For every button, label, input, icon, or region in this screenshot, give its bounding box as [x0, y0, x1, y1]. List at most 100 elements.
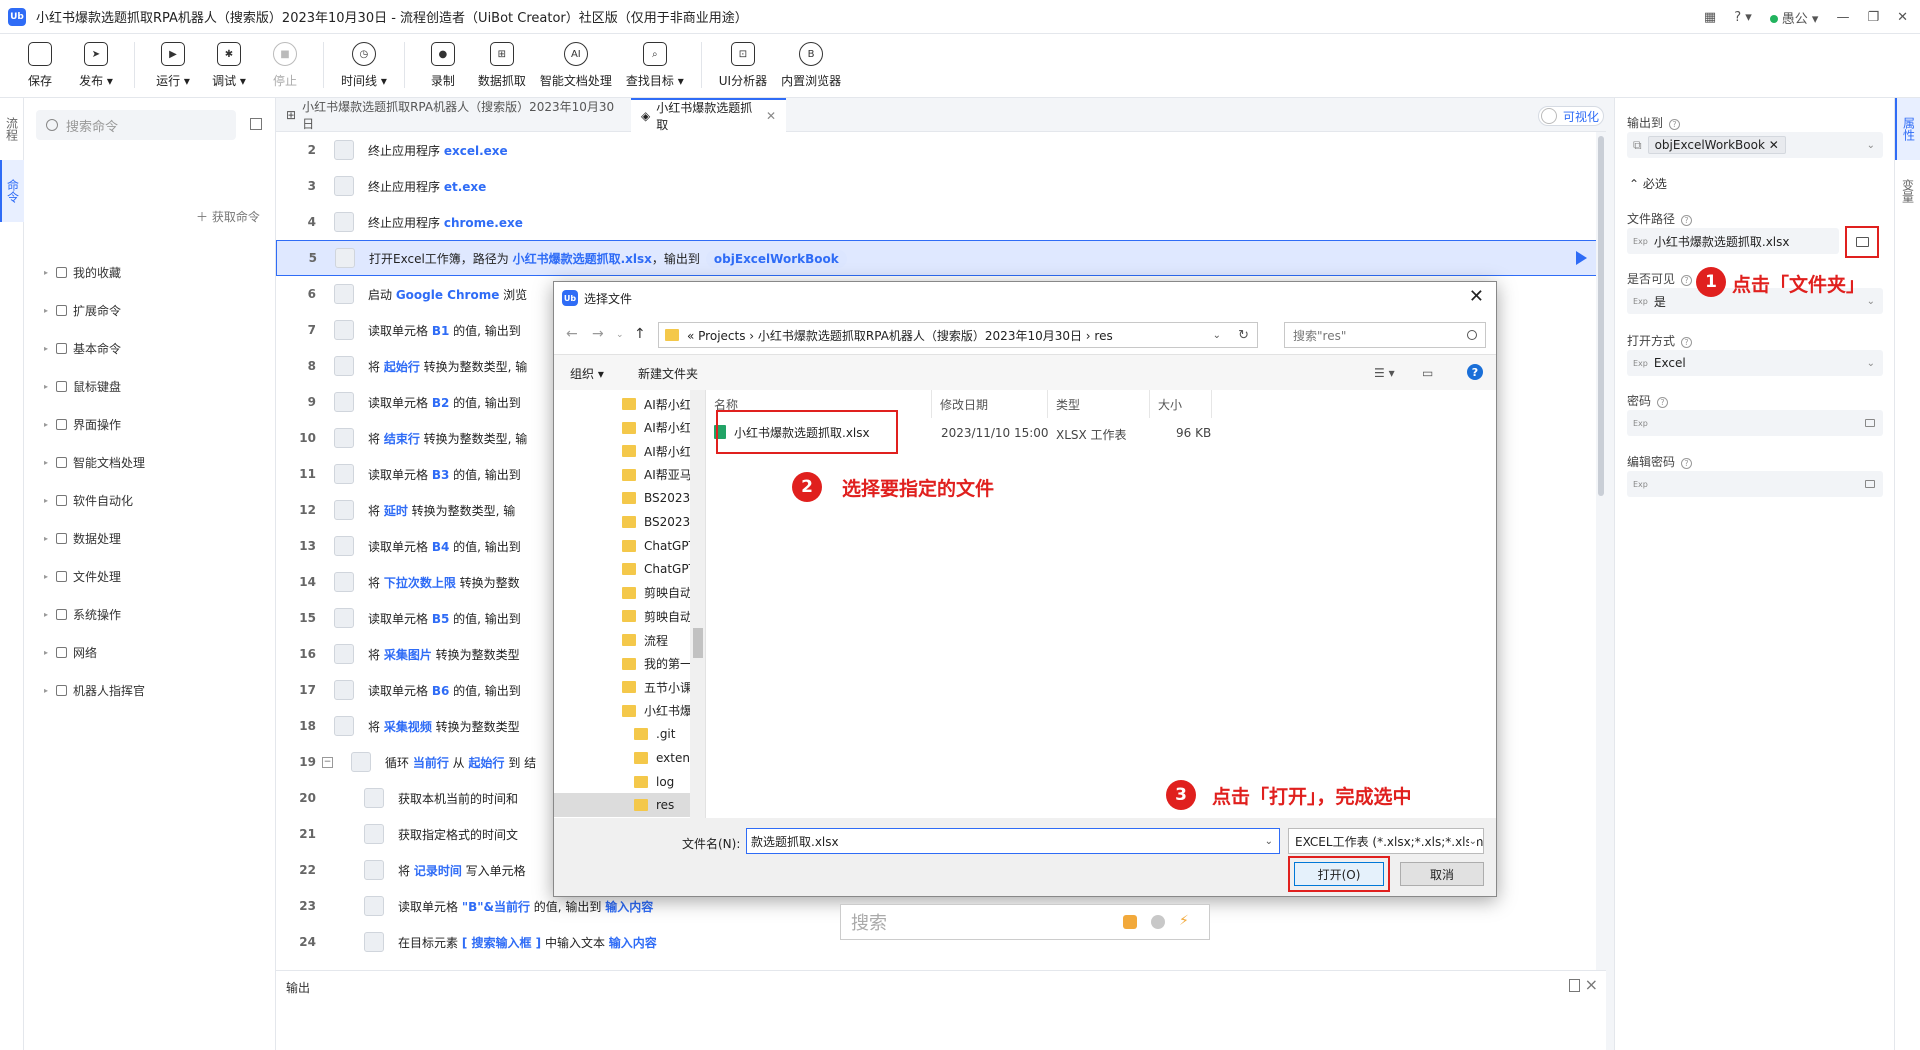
tab-properties[interactable]: 属性	[1895, 98, 1920, 160]
command-category[interactable]: ▸ 网络	[44, 642, 97, 662]
folder-tree-item[interactable]: BS2023	[554, 510, 690, 534]
tab-subflow[interactable]: ◈ 小红书爆款选题抓取 ✕	[631, 98, 786, 132]
recent-chevron-icon[interactable]: ⌄	[616, 330, 624, 340]
code-row[interactable]: 3 终止应用程序 et.exe	[276, 168, 1606, 204]
folder-tree-item[interactable]: 剪映自动	[554, 581, 692, 605]
scroll-thumb[interactable]	[693, 628, 703, 658]
new-folder-button[interactable]: 新建文件夹	[638, 365, 698, 382]
get-commands-button[interactable]: ＋ 获取命令	[196, 208, 260, 225]
stop-button[interactable]: ■ 停止	[264, 34, 306, 98]
organize-button[interactable]: 组织 ▾	[570, 365, 604, 382]
folder-tree-item[interactable]: AI帮亚马	[554, 463, 692, 487]
command-category[interactable]: ▸ 智能文档处理	[44, 452, 145, 472]
output-to-field[interactable]: ⧉ objExcelWorkBook ✕ ⌄	[1627, 132, 1883, 158]
visualize-toggle[interactable]: 可视化	[1538, 106, 1604, 126]
data-capture-button[interactable]: ⊞ 数据抓取	[478, 34, 526, 98]
tree-scrollbar[interactable]	[690, 390, 705, 818]
command-category[interactable]: ▸ 我的收藏	[44, 262, 121, 282]
filter-icon[interactable]	[250, 118, 262, 130]
code-row[interactable]: 5 打开Excel工作簿，路径为 小红书爆款选题抓取.xlsx，输出到 objExc…	[276, 240, 1606, 276]
folder-tree-item[interactable]: AI帮小红	[554, 416, 692, 440]
tab-commands[interactable]: 命令	[0, 160, 24, 222]
tab-variables[interactable]: 变量	[1895, 160, 1920, 222]
folder-tree-item[interactable]: res	[554, 793, 690, 818]
cancel-button[interactable]: 取消	[1400, 862, 1484, 886]
filename-input[interactable]: 款选题抓取.xlsx ⌄	[746, 828, 1280, 854]
folder-tree-item[interactable]: AI帮小红	[554, 439, 692, 463]
folder-tree-item[interactable]: log	[554, 770, 690, 794]
command-category[interactable]: ▸ 系统操作	[44, 604, 121, 624]
command-category[interactable]: ▸ 软件自动化	[44, 490, 133, 510]
smart-doc-button[interactable]: AI 智能文档处理	[540, 34, 612, 98]
tab-main-flow[interactable]: ⊞ 小红书爆款选题抓取RPA机器人（搜索版）2023年10月30日	[276, 98, 631, 132]
run-button[interactable]: ▶ 运行 ▾	[152, 34, 194, 98]
image-icon[interactable]	[1123, 915, 1137, 929]
folder-tree-item[interactable]: 我的第一	[554, 652, 692, 676]
folder-tree-item[interactable]: extend	[554, 746, 698, 770]
forward-arrow-icon[interactable]: →	[592, 326, 604, 342]
command-category[interactable]: ▸ 扩展命令	[44, 300, 121, 320]
run-line-icon[interactable]	[1576, 251, 1587, 265]
address-bar[interactable]: « Projects › 小红书爆款选题抓取RPA机器人（搜索版）2023年10…	[658, 322, 1258, 348]
folder-tree-item[interactable]: AI帮小红	[554, 392, 692, 416]
filetype-select[interactable]: EXCEL工作表 (*.xlsx;*.xls;*.xlsm) ⌄	[1288, 828, 1484, 854]
timeline-button[interactable]: ◷ 时间线 ▾	[341, 34, 387, 98]
debug-button[interactable]: ✱ 调试 ▾	[208, 34, 250, 98]
preview-pane-icon[interactable]: ▭	[1422, 366, 1433, 380]
editor-scrollbar[interactable]	[1596, 132, 1606, 970]
tab-flow[interactable]: 流程	[0, 98, 24, 160]
lightning-icon[interactable]: ⚡	[1179, 913, 1193, 929]
floating-search-input[interactable]: 搜索 ⚡	[840, 904, 1210, 940]
ui-analyzer-button[interactable]: ⊡ UI分析器	[719, 34, 767, 98]
folder-tree-item[interactable]: 小红书爆	[554, 699, 692, 723]
find-target-button[interactable]: ⌕ 查找目标 ▾	[626, 34, 684, 98]
folder-tree-item[interactable]: BS2023	[554, 486, 690, 510]
save-button[interactable]: 保存	[19, 34, 61, 98]
code-row[interactable]: 2 终止应用程序 excel.exe	[276, 132, 1606, 168]
dialog-search-input[interactable]: 搜索"res"	[1284, 322, 1486, 348]
folder-tree-item[interactable]: 五节小课	[554, 675, 692, 699]
command-category[interactable]: ▸ 界面操作	[44, 414, 121, 434]
folder-tree-item[interactable]: ChatGPT	[554, 534, 696, 558]
scroll-thumb[interactable]	[1598, 136, 1604, 496]
restore-icon[interactable]: ❐	[1867, 10, 1879, 25]
collapse-icon[interactable]: −	[322, 756, 333, 768]
user-menu[interactable]: 愚公 ▾	[1769, 8, 1818, 27]
help-icon[interactable]: ? ▾	[1734, 10, 1752, 25]
chevron-down-icon[interactable]: ⌄	[1265, 836, 1273, 847]
command-category[interactable]: ▸ 机器人指挥官	[44, 680, 145, 700]
view-options-icon[interactable]: ☰ ▾	[1374, 366, 1395, 380]
tab-close-icon[interactable]: ✕	[766, 109, 776, 123]
clock-icon[interactable]	[1151, 915, 1165, 929]
output-variable-pill[interactable]: objExcelWorkBook	[705, 249, 847, 268]
open-mode-field[interactable]: Exp Excel ⌄	[1627, 350, 1883, 376]
close-icon[interactable]: ×	[1585, 975, 1598, 994]
file-path-field[interactable]: Exp 小红书爆款选题抓取.xlsx	[1627, 228, 1839, 254]
minimize-icon[interactable]: —	[1836, 10, 1849, 25]
grid-icon[interactable]: ▦	[1704, 10, 1716, 25]
back-arrow-icon[interactable]: ←	[566, 326, 578, 342]
chevron-down-icon[interactable]: ⌄	[1213, 330, 1221, 341]
command-category[interactable]: ▸ 基本命令	[44, 338, 121, 358]
edit-password-field[interactable]: Exp	[1627, 471, 1883, 497]
close-icon[interactable]: ✕	[1469, 286, 1484, 307]
folder-tree-item[interactable]: ChatGPT	[554, 557, 696, 581]
close-icon[interactable]: ✕	[1897, 10, 1908, 25]
required-section-header[interactable]: ⌃ 必选	[1629, 175, 1667, 192]
code-row[interactable]: 4 终止应用程序 chrome.exe	[276, 204, 1606, 240]
command-category[interactable]: ▸ 鼠标键盘	[44, 376, 121, 396]
password-field[interactable]: Exp	[1627, 410, 1883, 436]
browse-folder-button[interactable]	[1845, 226, 1879, 258]
command-search-input[interactable]: 搜索命令	[36, 110, 236, 140]
publish-button[interactable]: ➤ 发布 ▾	[75, 34, 117, 98]
folder-tree-item[interactable]: .git	[554, 722, 690, 746]
command-category[interactable]: ▸ 文件处理	[44, 566, 121, 586]
column-date[interactable]: 修改日期	[932, 390, 1048, 418]
up-arrow-icon[interactable]: ↑	[634, 326, 646, 342]
folder-tree-item[interactable]: 剪映自动	[554, 604, 692, 628]
command-category[interactable]: ▸ 数据处理	[44, 528, 121, 548]
output-variable-chip[interactable]: objExcelWorkBook ✕	[1647, 136, 1786, 154]
trash-icon[interactable]	[1569, 979, 1580, 992]
column-type[interactable]: 类型	[1048, 390, 1150, 418]
record-button[interactable]: ● 录制	[422, 34, 464, 98]
